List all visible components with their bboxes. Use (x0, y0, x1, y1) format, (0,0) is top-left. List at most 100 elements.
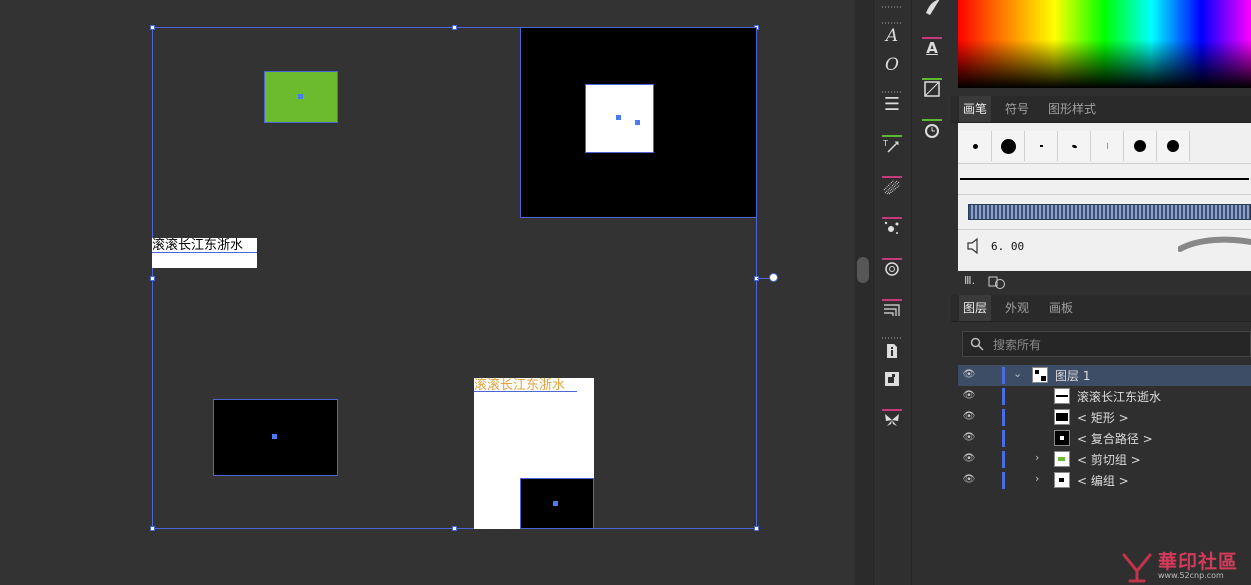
brush-line-solid[interactable] (958, 163, 1251, 194)
layer-name[interactable]: < 矩形 > (1077, 409, 1129, 426)
layer-color-bar (1002, 451, 1005, 468)
swirl-panel-button[interactable] (874, 255, 910, 282)
search-icon (970, 337, 984, 351)
brush-pattern[interactable] (958, 194, 1251, 229)
text-baseline-1 (152, 252, 257, 253)
brush-round-medium[interactable] (1124, 131, 1157, 161)
text-baseline-2 (474, 391, 577, 392)
handle-bottom-right[interactable] (754, 526, 759, 531)
tab-appearance[interactable]: 外观 (1005, 295, 1029, 321)
stipple-panel-button[interactable] (874, 173, 910, 200)
layer-thumbnail (1054, 409, 1070, 425)
character-icon: A (885, 25, 899, 46)
links-panel-button[interactable] (874, 365, 910, 392)
lines-panel-button[interactable] (874, 296, 910, 323)
clock-panel-button[interactable] (914, 116, 950, 143)
character-styles-button[interactable]: A (914, 34, 950, 61)
watermark-logo-icon (1122, 553, 1152, 583)
visibility-eye-icon[interactable]: 👁 (962, 411, 976, 423)
layers-panel-tabs: 图层 外观 画板 (951, 295, 1251, 322)
handle-middle-left[interactable] (150, 276, 155, 281)
rotate-handle[interactable] (769, 273, 778, 282)
brush-libraries-icon[interactable]: Ⅲ. (964, 274, 975, 287)
handle-bottom-center[interactable] (452, 526, 457, 531)
links-icon (885, 371, 899, 386)
tab-symbols[interactable]: 符号 (1005, 96, 1029, 122)
brush-panel-footer: Ⅲ. (958, 271, 1251, 293)
search-placeholder: 搜索所有 (993, 338, 1042, 352)
gradient-mesh-button[interactable] (914, 75, 950, 102)
center-point (635, 120, 640, 125)
touch-type-button[interactable]: T (874, 132, 910, 159)
brush-round-small[interactable] (959, 131, 992, 161)
layer-color-bar (1002, 367, 1005, 384)
brush-round-large[interactable] (992, 131, 1025, 161)
layer-name[interactable]: < 编组 > (1077, 472, 1129, 489)
text-object-1[interactable]: 滚滚长江东浙水 (152, 238, 243, 253)
layer-name[interactable]: 图层 1 (1055, 367, 1090, 384)
tab-layers[interactable]: 图层 (959, 295, 992, 321)
paragraph-icon: ☰ (883, 94, 901, 115)
brush-panel-tabs: 画笔 符号 图形样式 (951, 96, 1251, 123)
butterfly-panel-button[interactable] (874, 406, 910, 433)
opentype-panel-button[interactable]: O (874, 51, 910, 78)
handle-bottom-left[interactable] (150, 526, 155, 531)
layer-thumbnail (1054, 430, 1070, 446)
artboard-canvas[interactable]: 滚滚长江东浙水 滚滚长江东浙水 (0, 0, 855, 585)
layer-row-text[interactable]: 👁 滚滚长江东逝水 (958, 386, 1251, 407)
brush-tool-button[interactable] (914, 0, 950, 21)
expand-chevron-right-icon[interactable]: › (1035, 451, 1039, 464)
layer-name[interactable]: 滚滚长江东逝水 (1077, 388, 1161, 405)
tab-artboards[interactable]: 画板 (1049, 295, 1073, 321)
butterfly-icon (885, 413, 899, 426)
character-panel-button[interactable]: A (874, 22, 910, 49)
layer-row-layer1[interactable]: 👁 ⌄ 图层 1 (958, 365, 1251, 386)
splatter-panel-button[interactable] (874, 214, 910, 241)
center-point (553, 501, 558, 506)
stipple-icon (883, 179, 901, 194)
touch-type-icon: T (883, 139, 899, 153)
layer-row-compound-path[interactable]: 👁 < 复合路径 > (958, 428, 1251, 449)
visibility-eye-icon[interactable]: 👁 (962, 369, 976, 381)
layer-thumbnail (1032, 367, 1048, 383)
svg-text:T: T (883, 139, 888, 148)
visibility-eye-icon[interactable]: 👁 (962, 390, 976, 402)
brush-icon (926, 0, 940, 15)
layers-search-box[interactable]: 搜索所有 (962, 331, 1251, 357)
paragraph-panel-button[interactable]: ☰ (874, 91, 910, 118)
document-info-button[interactable] (874, 337, 910, 364)
scrollbar-thumb[interactable] (857, 257, 869, 283)
brush-oval[interactable] (1058, 131, 1091, 161)
handle-top-left[interactable] (150, 25, 155, 30)
layer-row-clip-group[interactable]: 👁 › < 剪切组 > (958, 449, 1251, 470)
layer-row-group[interactable]: 👁 › < 编组 > (958, 470, 1251, 491)
layer-name[interactable]: < 复合路径 > (1077, 430, 1153, 447)
layer-row-rectangle[interactable]: 👁 < 矩形 > (958, 407, 1251, 428)
brush-options-icon[interactable] (988, 276, 1006, 290)
expand-chevron-down-icon[interactable]: ⌄ (1013, 367, 1022, 380)
layer-name[interactable]: < 剪切组 > (1077, 451, 1141, 468)
tab-graphic-styles[interactable]: 图形样式 (1048, 96, 1096, 122)
swirl-icon (885, 261, 899, 276)
layer-color-bar (1002, 409, 1005, 426)
brush-artistic-row[interactable]: 6. 00 (958, 229, 1251, 263)
color-spectrum[interactable] (958, 0, 1251, 88)
expand-chevron-right-icon[interactable]: › (1035, 472, 1039, 485)
column-gripper[interactable] (874, 0, 910, 10)
vertical-scrollbar[interactable] (855, 0, 873, 585)
handle-top-center[interactable] (452, 25, 457, 30)
visibility-eye-icon[interactable]: 👁 (962, 453, 976, 465)
watermark-title: 華印社區 (1158, 551, 1239, 573)
brush-dot-tiny[interactable] (1025, 131, 1058, 161)
brush-hair[interactable] (1091, 131, 1124, 161)
visibility-eye-icon[interactable]: 👁 (962, 432, 976, 444)
brush-round-medium-2[interactable] (1157, 131, 1190, 161)
opentype-icon: O (885, 54, 899, 75)
center-point (616, 115, 621, 120)
watermark-url: www.52cnp.com (1158, 571, 1224, 580)
visibility-eye-icon[interactable]: 👁 (962, 474, 976, 486)
speaker-icon (967, 238, 978, 254)
tab-brushes[interactable]: 画笔 (959, 96, 992, 122)
layer-thumbnail (1054, 472, 1070, 488)
clock-icon (925, 123, 939, 138)
